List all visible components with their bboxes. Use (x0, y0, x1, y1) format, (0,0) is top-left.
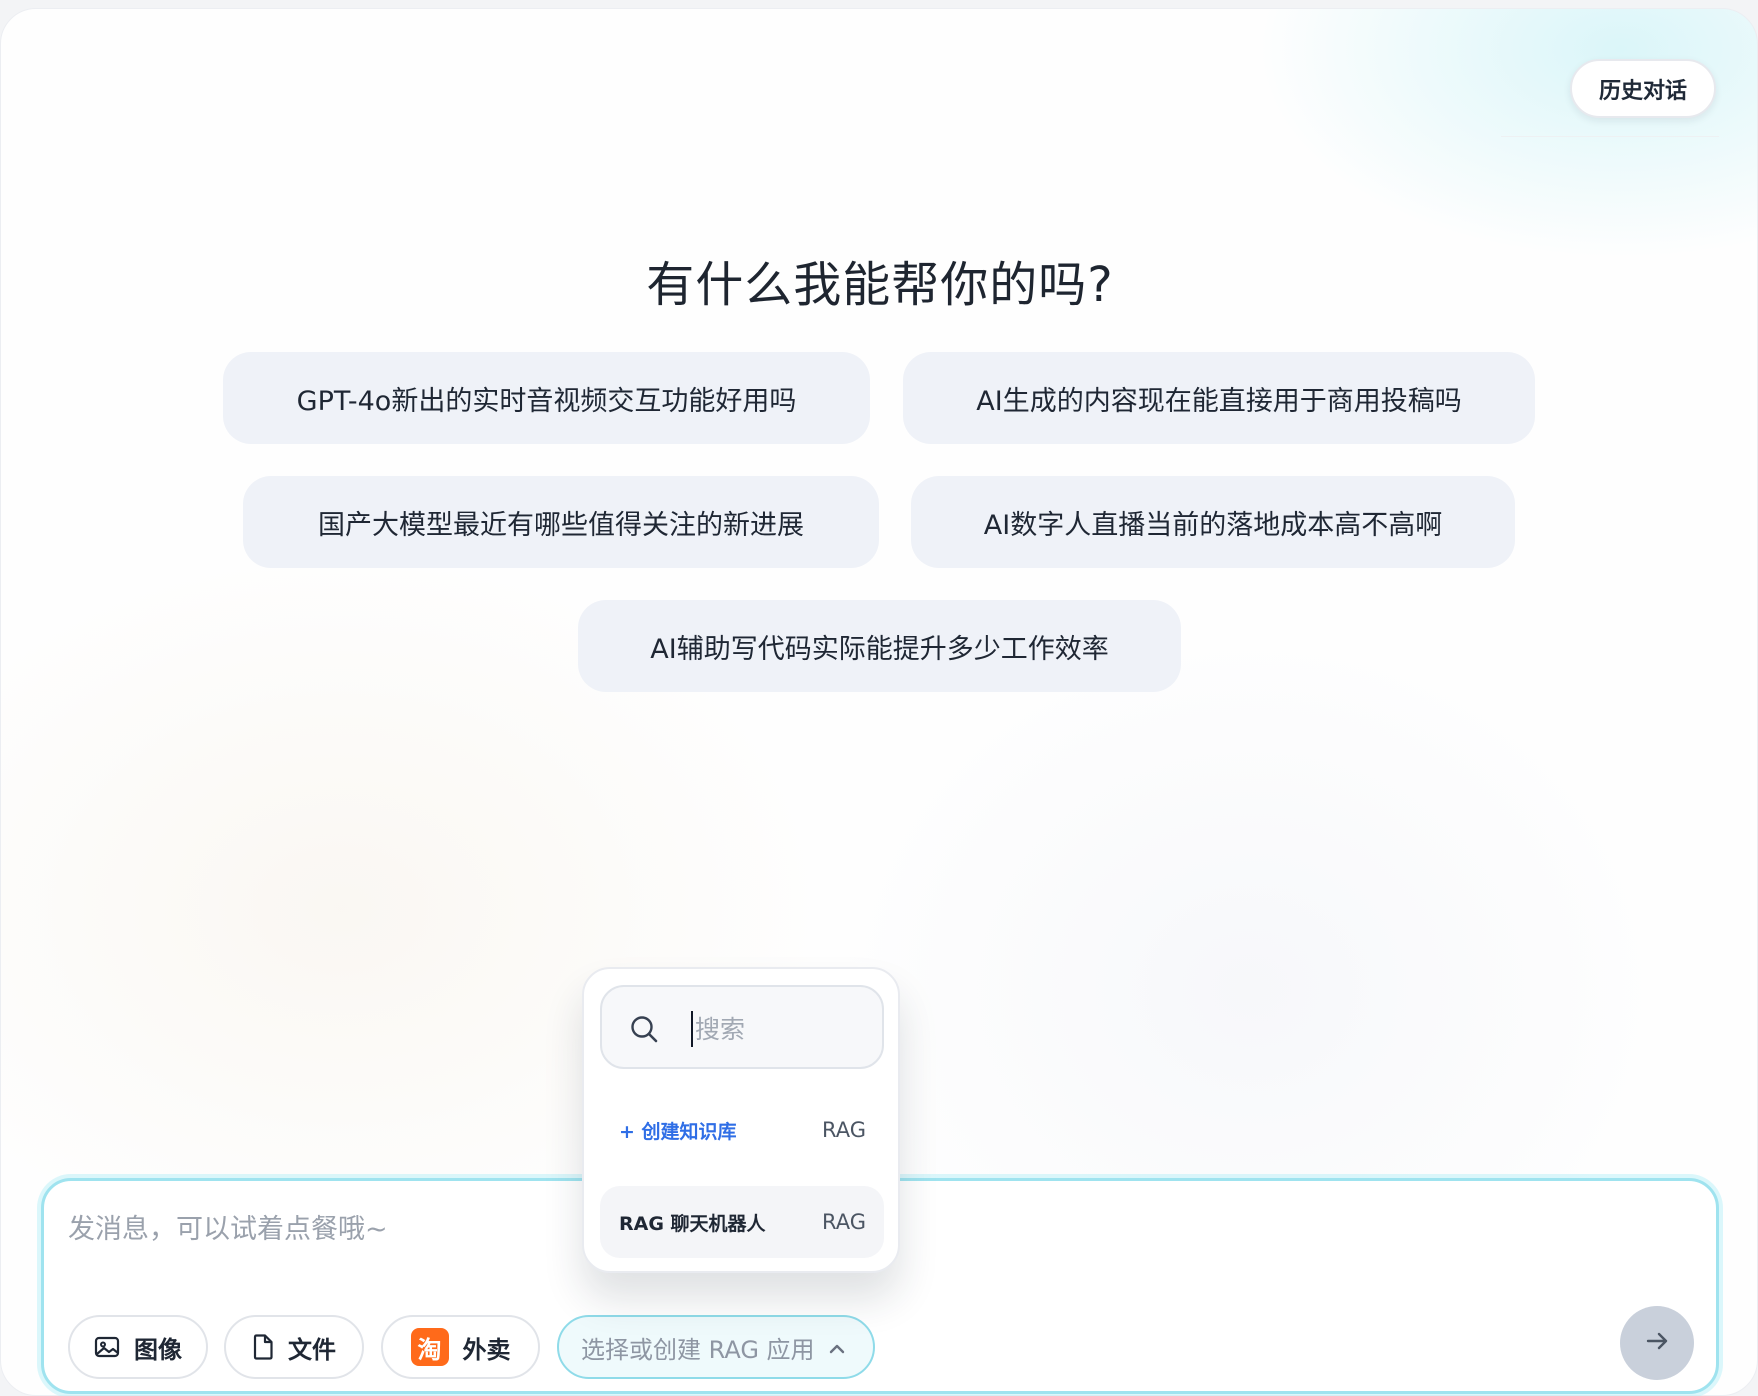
suggestion-chip[interactable]: AI生成的内容现在能直接用于商用投稿吗 (903, 352, 1535, 444)
file-icon (252, 1334, 274, 1360)
create-knowledge-base-item[interactable]: + 创建知识库 RAG (600, 1094, 884, 1166)
suggestion-chip[interactable]: GPT-4o新出的实时音视频交互功能好用吗 (223, 352, 870, 444)
rag-tag: RAG (821, 1118, 866, 1142)
suggestion-chip[interactable]: 国产大模型最近有哪些值得关注的新进展 (243, 476, 879, 568)
file-button-label: 文件 (288, 1335, 336, 1364)
rag-app-item[interactable]: RAG 聊天机器人 RAG (600, 1186, 884, 1258)
rag-app-select[interactable]: 选择或创建 RAG 应用 (557, 1315, 875, 1379)
rag-search-input[interactable] (693, 1003, 863, 1055)
image-button-label: 图像 (134, 1335, 182, 1364)
app-frame: 历史对话 有什么我能帮你的吗? GPT-4o新出的实时音视频交互功能好用吗 AI… (0, 8, 1758, 1396)
rag-tag: RAG (821, 1210, 866, 1234)
takeout-button-label: 外卖 (462, 1335, 511, 1364)
history-conversations-button[interactable]: 历史对话 (1570, 59, 1716, 118)
send-button[interactable] (1620, 1306, 1694, 1380)
divider (1501, 136, 1719, 137)
page-title: 有什么我能帮你的吗? (646, 257, 1114, 313)
image-icon (94, 1335, 120, 1359)
takeout-button[interactable]: 淘 外卖 (381, 1315, 540, 1379)
suggestion-chip[interactable]: AI数字人直播当前的落地成本高不高啊 (911, 476, 1515, 568)
create-knowledge-base-label: + 创建知识库 (619, 1120, 737, 1143)
suggestion-chip[interactable]: AI辅助写代码实际能提升多少工作效率 (578, 600, 1181, 692)
rag-app-dropdown: + 创建知识库 RAG RAG 聊天机器人 RAG (582, 967, 900, 1273)
image-button[interactable]: 图像 (68, 1315, 208, 1379)
file-button[interactable]: 文件 (224, 1315, 364, 1379)
rag-app-item-label: RAG 聊天机器人 (619, 1212, 766, 1235)
arrow-right-icon (1644, 1328, 1670, 1358)
rag-select-label: 选择或创建 RAG 应用 (581, 1335, 815, 1364)
chevron-up-icon (827, 1337, 847, 1365)
rag-search-box (600, 985, 884, 1069)
taobao-icon: 淘 (410, 1328, 449, 1366)
search-icon (629, 1014, 659, 1044)
